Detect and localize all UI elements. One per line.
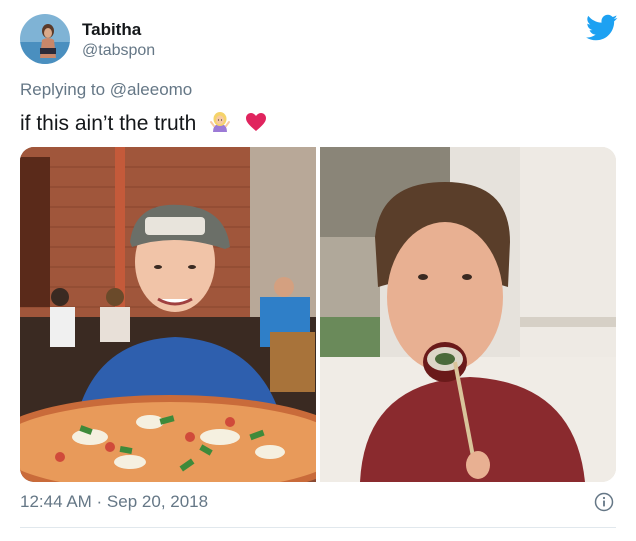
tweet-text: if this ain’t the truth: [20, 110, 268, 136]
user-handle[interactable]: @tabspon: [82, 42, 155, 60]
info-icon[interactable]: [594, 492, 614, 512]
red-heart-emoji: [244, 110, 268, 134]
tweet-text-content: if this ain’t the truth: [20, 112, 197, 135]
tweet-photo-2[interactable]: [320, 147, 616, 482]
reply-prefix: Replying to: [20, 80, 106, 99]
avatar[interactable]: [20, 14, 70, 64]
woman-shrugging-emoji: [208, 110, 232, 134]
tweet-photo-1[interactable]: [20, 147, 316, 482]
divider: [20, 527, 616, 528]
tweet-timestamp[interactable]: 12:44 AM · Sep 20, 2018: [20, 492, 208, 512]
reply-context: Replying to @aleeomo: [20, 80, 192, 100]
reply-mention-link[interactable]: @aleeomo: [110, 80, 192, 99]
twitter-bird-icon[interactable]: [586, 14, 618, 42]
display-name[interactable]: Tabitha: [82, 20, 141, 40]
